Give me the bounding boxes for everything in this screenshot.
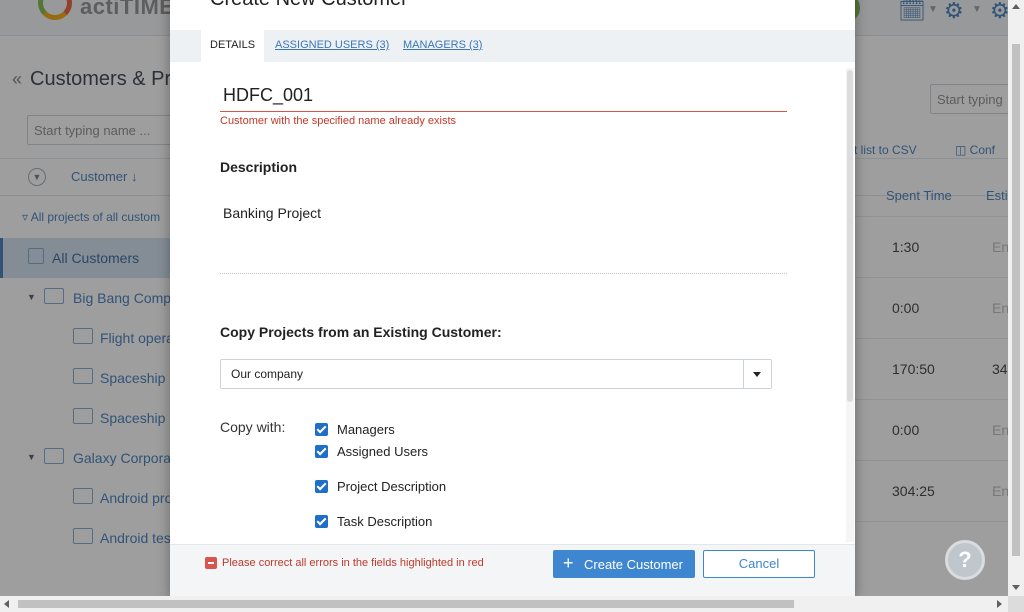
scroll-down-arrow-icon[interactable] [1012,585,1020,590]
managers-checkbox[interactable] [315,423,328,437]
tab-details[interactable]: DETAILS [201,30,265,62]
dialog-body: Customer with the specified name already… [170,62,855,544]
cancel-button[interactable]: Cancel [703,550,815,578]
selected-customer: Our company [231,367,304,381]
task-description-checkbox[interactable] [315,515,328,529]
help-button[interactable]: ? [945,540,985,580]
background-app: actiTIME 🗓 ▼ ⚙ ▼ ⚙ «Customers & Pr Start… [0,0,1008,596]
dialog-scrollbar-thumb[interactable] [847,70,853,402]
dialog-title: Create New Customer [210,0,408,11]
plus-icon: + [563,553,574,573]
copy-task-description-option[interactable]: Task Description [315,513,432,529]
vertical-scrollbar[interactable] [1008,0,1024,596]
name-error-message: Customer with the specified name already… [220,115,456,127]
copy-project-description-option[interactable]: Project Description [315,478,446,494]
description-field[interactable]: Banking Project [220,202,787,274]
error-icon [205,557,217,569]
tab-assigned-users[interactable]: ASSIGNED USERS (3) [266,30,398,62]
horizontal-scroll-thumb[interactable] [18,600,794,608]
description-label: Description [220,159,298,175]
dialog-footer: Please correct all errors in the fields … [170,544,855,596]
form-error-message: Please correct all errors in the fields … [222,557,484,569]
copy-assigned-users-option[interactable]: Assigned Users [315,443,428,459]
copy-from-customer-select[interactable]: Our company [220,359,772,389]
chevron-down-icon [753,372,761,377]
customer-name-field[interactable] [220,80,787,112]
vertical-scroll-thumb[interactable] [1012,44,1020,556]
dropdown-toggle[interactable] [743,360,771,388]
scroll-left-arrow-icon[interactable] [4,600,9,608]
scroll-up-arrow-icon[interactable] [1012,4,1020,9]
create-customer-dialog: Create New Customer DETAILS ASSIGNED USE… [170,0,855,596]
copy-with-label: Copy with: [220,419,286,435]
create-customer-button[interactable]: + Create Customer [553,550,695,578]
copy-managers-option[interactable]: Managers [315,421,395,437]
copy-projects-label: Copy Projects from an Existing Customer: [220,324,502,340]
horizontal-scrollbar[interactable] [0,596,1008,612]
assigned-users-checkbox[interactable] [315,445,328,459]
project-description-checkbox[interactable] [315,480,328,494]
tab-bar: DETAILS ASSIGNED USERS (3) MANAGERS (3) [170,30,855,62]
scrollbar-corner [1008,596,1024,612]
tab-managers[interactable]: MANAGERS (3) [394,30,491,62]
scroll-right-arrow-icon[interactable] [997,600,1002,608]
